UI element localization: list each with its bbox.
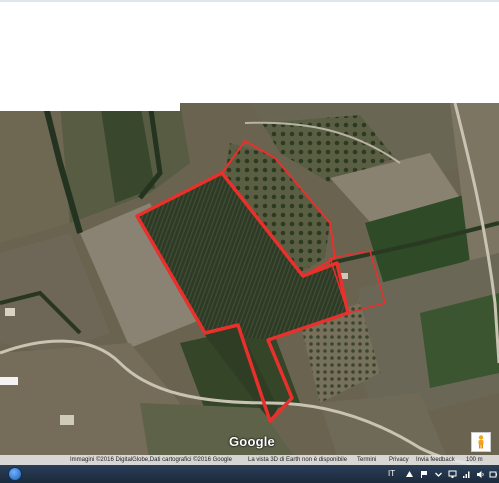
battery-icon[interactable]: [489, 470, 498, 479]
privacy-link[interactable]: Privacy: [389, 455, 409, 465]
chevron-down-icon[interactable]: [434, 470, 443, 479]
view-3d-notice: La vista 3D di Earth non è disponibile: [248, 457, 348, 463]
send-feedback-link[interactable]: Invia feedback: [416, 455, 455, 465]
window-top-strip: [0, 0, 499, 2]
volume-icon[interactable]: [476, 470, 485, 479]
start-button[interactable]: [8, 467, 22, 481]
imagery-credit: Immagini ©2016 DigitalGlobe,Dati cartogr…: [70, 457, 232, 463]
map-side-tab[interactable]: [0, 377, 18, 385]
google-logo: Google: [229, 434, 275, 449]
pegman-icon: [478, 435, 484, 449]
terms-link[interactable]: Termini: [357, 455, 376, 465]
scale-label: 100 m: [466, 457, 483, 463]
building-1: [5, 308, 15, 316]
field-northwest: [0, 103, 70, 243]
map-attribution-bar: Immagini ©2016 DigitalGlobe,Dati cartogr…: [0, 455, 499, 465]
network-icon[interactable]: [462, 470, 471, 479]
building-2: [60, 415, 74, 425]
screenshot-crop-gap: [0, 103, 180, 111]
monitor-icon[interactable]: [448, 470, 457, 479]
language-indicator[interactable]: IT: [388, 469, 395, 478]
satellite-map[interactable]: [0, 103, 499, 465]
arrow-up-icon[interactable]: [405, 470, 414, 479]
flag-icon[interactable]: [420, 470, 429, 479]
street-view-pegman[interactable]: [471, 432, 491, 452]
